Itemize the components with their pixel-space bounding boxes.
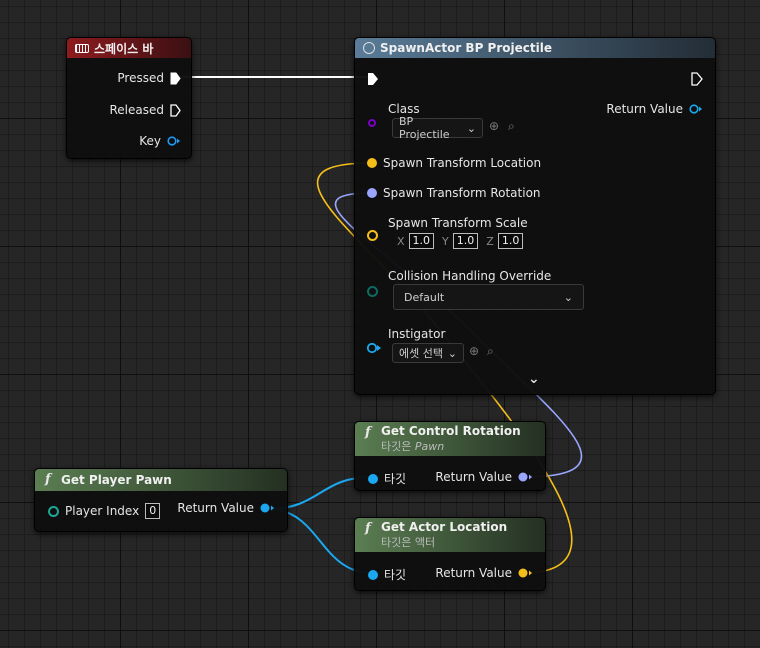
instigator-select[interactable]: 에셋 선택 ⌄	[392, 343, 464, 363]
rotator-pin-icon	[367, 188, 377, 198]
get-control-rotation-node[interactable]: f Get Control Rotation 타깃은 Pawn 타깃 Retur…	[354, 421, 546, 491]
subtitle-target: Pawn	[414, 440, 445, 453]
class-pin-icon[interactable]	[368, 119, 376, 127]
exec-out-pin[interactable]	[691, 72, 703, 86]
expand-advanced-chevron-icon[interactable]: ⌄	[528, 371, 540, 387]
spawn-scale-label: Spawn Transform Scale	[388, 216, 528, 230]
player-index-field[interactable]: 0	[145, 503, 161, 519]
spacebar-node-title: 스페이스 바	[94, 41, 154, 56]
released-label: Released	[109, 103, 164, 117]
control-rotation-subtitle: 타깃은 Pawn	[381, 438, 444, 454]
function-icon: f	[365, 521, 371, 536]
return-value-label: Return Value	[606, 102, 683, 116]
scale-y-axis: Y	[442, 234, 449, 248]
spawn-actor-node[interactable]: SpawnActor BP Projectile Class BP Projec…	[354, 37, 716, 395]
player-index-pin[interactable]: Player Index 0	[48, 503, 161, 519]
search-icon[interactable]: ⌕	[487, 344, 494, 359]
control-rotation-target-pin[interactable]: 타깃	[368, 470, 406, 487]
object-pin-icon	[368, 569, 378, 580]
enum-pin-icon[interactable]	[367, 286, 378, 297]
actor-location-return-pin[interactable]: Return Value	[435, 566, 533, 580]
object-pin-icon	[689, 104, 702, 114]
spacebar-node-header[interactable]: 스페이스 바	[67, 38, 191, 58]
spawn-node-title: SpawnActor BP Projectile	[380, 41, 552, 55]
class-value: BP Projectile	[399, 115, 450, 141]
collision-value: Default	[404, 290, 445, 304]
actor-location-title: Get Actor Location	[381, 520, 508, 534]
chevron-down-icon: ⌄	[447, 346, 457, 360]
use-selected-icon[interactable]: ⊕	[489, 119, 499, 133]
scale-y-field[interactable]: 1.0	[452, 233, 479, 249]
control-rotation-return-pin[interactable]: Return Value	[435, 470, 533, 484]
spawn-node-header[interactable]: SpawnActor BP Projectile	[355, 38, 715, 58]
int-pin-icon	[48, 505, 59, 517]
scale-z-field[interactable]: 1.0	[497, 233, 524, 249]
spawn-rotation-label: Spawn Transform Rotation	[383, 186, 541, 200]
object-pin-icon	[260, 503, 274, 513]
collision-label: Collision Handling Override	[388, 269, 552, 283]
chevron-down-icon: ⌄	[563, 290, 573, 304]
scale-x-axis: X	[397, 234, 405, 248]
vector-pin-icon	[367, 158, 377, 168]
search-icon[interactable]: ⌕	[508, 119, 515, 134]
scale-z-axis: Z	[486, 234, 494, 248]
spawn-location-label: Spawn Transform Location	[383, 156, 542, 170]
actor-location-header[interactable]: f Get Actor Location 타깃은 액터	[355, 518, 545, 552]
subtitle-prefix: 타깃은	[381, 440, 415, 453]
keyboard-icon	[75, 43, 89, 53]
control-rotation-header[interactable]: f Get Control Rotation 타깃은 Pawn	[355, 422, 545, 456]
key-pin[interactable]: Key	[139, 134, 181, 148]
key-pin-icon	[167, 136, 180, 146]
instigator-pin-icon[interactable]	[366, 342, 382, 354]
actor-location-target-pin[interactable]: 타깃	[368, 566, 406, 583]
class-label: Class	[388, 102, 420, 116]
released-pin[interactable]: Released	[109, 103, 181, 117]
scale-x-field[interactable]: 1.0	[408, 233, 435, 249]
spawn-icon	[363, 42, 375, 54]
rotator-pin-icon	[518, 472, 532, 482]
vector-pin-icon	[518, 568, 532, 578]
pressed-label: Pressed	[117, 71, 164, 85]
player-pawn-return-pin[interactable]: Return Value	[177, 501, 275, 515]
key-label: Key	[139, 134, 161, 148]
get-player-pawn-node[interactable]: f Get Player Pawn Player Index 0 Return …	[34, 468, 288, 532]
function-icon: f	[45, 472, 51, 487]
return-value-label: Return Value	[177, 501, 254, 515]
scale-xyz-fields: X 1.0 Y 1.0 Z 1.0	[397, 233, 524, 249]
exec-pin-icon	[170, 103, 181, 117]
return-value-label: Return Value	[435, 566, 512, 580]
chevron-down-icon: ⌄	[466, 121, 476, 135]
exec-pin-icon	[170, 72, 181, 84]
class-select[interactable]: BP Projectile ⌄	[392, 115, 483, 141]
use-selected-icon[interactable]: ⊕	[469, 344, 479, 358]
return-value-pin[interactable]: Return Value	[606, 102, 703, 116]
spacebar-event-node[interactable]: 스페이스 바 Pressed Released Key	[66, 37, 192, 159]
player-pawn-title: Get Player Pawn	[61, 473, 172, 487]
get-actor-location-node[interactable]: f Get Actor Location 타깃은 액터 타깃 Return Va…	[354, 517, 546, 591]
object-pin-icon	[368, 473, 378, 484]
spawn-location-pin[interactable]: Spawn Transform Location	[367, 156, 541, 170]
instigator-label: Instigator	[388, 327, 446, 341]
actor-location-subtitle: 타깃은 액터	[381, 536, 436, 549]
target-label: 타깃	[384, 568, 407, 582]
player-index-label: Player Index	[65, 504, 140, 518]
pressed-pin[interactable]: Pressed	[117, 71, 181, 85]
player-pawn-header[interactable]: f Get Player Pawn	[35, 469, 287, 491]
collision-select[interactable]: Default ⌄	[393, 284, 584, 310]
target-label: 타깃	[384, 472, 407, 486]
control-rotation-title: Get Control Rotation	[381, 424, 521, 438]
scale-pin-icon[interactable]	[367, 230, 378, 241]
function-icon: f	[365, 425, 371, 440]
instigator-value: 에셋 선택	[399, 347, 443, 360]
spawn-rotation-pin[interactable]: Spawn Transform Rotation	[367, 186, 541, 200]
exec-in-pin[interactable]	[367, 72, 379, 86]
return-value-label: Return Value	[435, 470, 512, 484]
